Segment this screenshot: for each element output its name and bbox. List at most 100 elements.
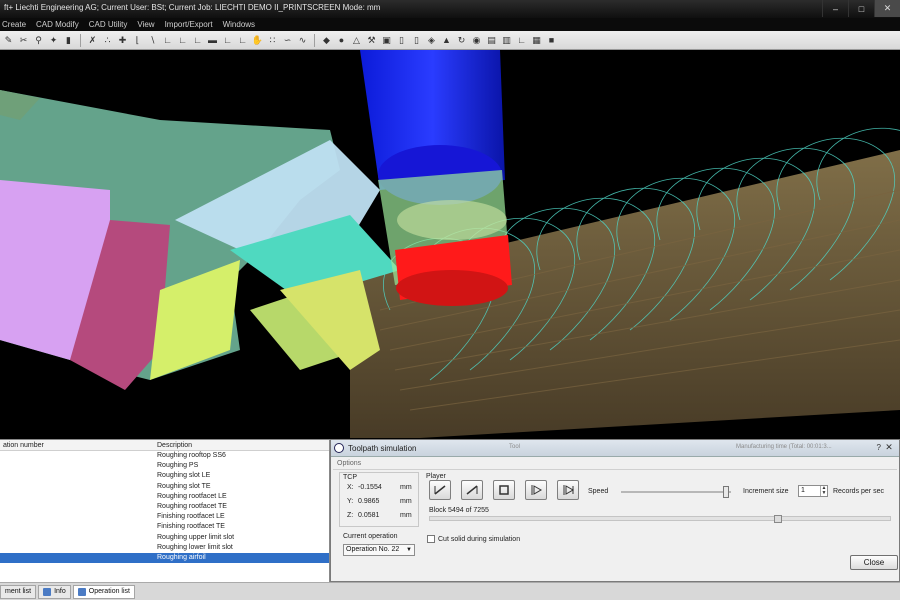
axis-y-icon[interactable]: ∟	[176, 34, 189, 47]
measure-l-icon[interactable]: ∟	[515, 34, 528, 47]
chart-icon[interactable]: ▥	[500, 34, 513, 47]
step-back-button[interactable]	[461, 480, 483, 500]
increment-size-label: Increment size	[743, 488, 789, 495]
fast-forward-button[interactable]	[557, 480, 579, 500]
table-row[interactable]: Roughing rootfacet LE	[0, 492, 329, 502]
tcp-label: TCP	[343, 474, 357, 481]
current-operation-select[interactable]: Operation No. 22 ▼	[343, 544, 415, 556]
block-counter: Block 5494 of 7255	[429, 507, 489, 514]
menu-cad-modify[interactable]: CAD Modify	[36, 20, 79, 29]
dialog-title-bar[interactable]: Toolpath simulation Tool Manufacturing t…	[331, 440, 899, 457]
maximize-icon[interactable]: □	[848, 0, 874, 17]
block-progress-thumb[interactable]	[774, 515, 783, 523]
node-icon[interactable]: ✚	[116, 34, 129, 47]
table-row[interactable]: Roughing upper limit slot	[0, 533, 329, 543]
scatter-icon[interactable]: ∴	[101, 34, 114, 47]
table-row[interactable]: Roughing slot TE	[0, 482, 329, 492]
spline-icon[interactable]: ∿	[296, 34, 309, 47]
zoom-icon[interactable]: ⚲	[32, 34, 45, 47]
table-row[interactable]: Roughing slot LE	[0, 471, 329, 481]
stop-button[interactable]	[493, 480, 515, 500]
measure-icon[interactable]: ∟	[236, 34, 249, 47]
cube-icon[interactable]: ▣	[380, 34, 393, 47]
coord-axis: Z:	[347, 512, 354, 519]
cut-solid-option[interactable]: Cut solid during simulation	[427, 535, 520, 543]
operation-list-panel: ation number Description Roughing roofto…	[0, 439, 330, 582]
toolbar-separator	[314, 33, 315, 47]
cut-icon[interactable]: ✂	[17, 34, 30, 47]
close-dialog-icon[interactable]: ✕	[883, 442, 895, 454]
menu-cad-utility[interactable]: CAD Utility	[89, 20, 128, 29]
table-row[interactable]: Roughing lower limit slot	[0, 543, 329, 553]
spinner-icon[interactable]: ▲ ▼	[820, 486, 827, 496]
pin-icon[interactable]: ✦	[47, 34, 60, 47]
grid-icon[interactable]: ▦	[530, 34, 543, 47]
pencil-icon[interactable]: ✎	[2, 34, 15, 47]
table-row[interactable]: Roughing rootfacet TE	[0, 502, 329, 512]
coord-y: Y: 0.9865 mm	[347, 498, 412, 505]
increment-size-input[interactable]: 1 ▲ ▼	[798, 485, 828, 497]
block-progress-slider[interactable]	[429, 515, 891, 523]
menu-windows[interactable]: Windows	[223, 20, 255, 29]
menu-create[interactable]: Create	[2, 20, 26, 29]
curve-icon[interactable]: ∽	[281, 34, 294, 47]
layer-icon[interactable]: ▤	[485, 34, 498, 47]
close-window-icon[interactable]: ✕	[874, 0, 900, 17]
cut-solid-checkbox[interactable]	[427, 535, 435, 543]
speed-slider-thumb[interactable]	[722, 486, 729, 498]
table-row[interactable]: Roughing airfoil	[0, 552, 329, 564]
axis-x-icon[interactable]: ∟	[161, 34, 174, 47]
menu-view[interactable]: View	[137, 20, 154, 29]
scatter-points-icon[interactable]: ∷	[266, 34, 279, 47]
tab-operation-list[interactable]: Operation list	[72, 584, 135, 599]
rotate-icon[interactable]: ↻	[455, 34, 468, 47]
tab-element-list[interactable]: ment list	[0, 584, 37, 599]
axis-z-icon[interactable]: ∟	[191, 34, 204, 47]
plane-icon[interactable]: ▬	[206, 34, 219, 47]
speed-slider-track[interactable]	[621, 486, 731, 498]
minimize-icon[interactable]: –	[822, 0, 848, 17]
table-row[interactable]: Roughing rooftop SS6	[0, 451, 329, 461]
shape-icon[interactable]: ◈	[425, 34, 438, 47]
bucket-icon[interactable]: ◉	[470, 34, 483, 47]
table-row[interactable]: Finishing rootfacet LE	[0, 512, 329, 522]
play-button[interactable]	[525, 480, 547, 500]
document-icon[interactable]: ▯	[410, 34, 423, 47]
folder-icon[interactable]: ▮	[62, 34, 75, 47]
player-group: Player Speed Increment size 1 ▲ ▼ Records…	[423, 472, 893, 524]
operation-description: Roughing PS	[157, 462, 199, 470]
surface-icon[interactable]: ◆	[320, 34, 333, 47]
stop-icon	[499, 485, 509, 495]
bracket-icon[interactable]: ⌊	[131, 34, 144, 47]
coord-unit: mm	[400, 512, 412, 519]
box-icon[interactable]: ■	[545, 34, 558, 47]
cross-icon[interactable]: ✗	[86, 34, 99, 47]
cad-viewport[interactable]	[0, 50, 900, 438]
options-bar[interactable]: Options	[333, 460, 897, 470]
column-header-description[interactable]: Description	[157, 442, 192, 449]
table-row[interactable]: Roughing PS	[0, 461, 329, 471]
dialog-title: Toolpath simulation	[348, 444, 417, 453]
rewind-start-button[interactable]	[429, 480, 451, 500]
corner-icon[interactable]: ∟	[221, 34, 234, 47]
hand-icon[interactable]: ✋	[251, 34, 264, 47]
help-icon[interactable]: ?	[877, 443, 881, 452]
sphere-icon[interactable]: ●	[335, 34, 348, 47]
hammer-icon[interactable]: ⚒	[365, 34, 378, 47]
segment-icon[interactable]: ∖	[146, 34, 159, 47]
coord-value: 0.9865	[358, 498, 380, 505]
menu-import-export[interactable]: Import/Export	[165, 20, 213, 29]
cylinder-icon[interactable]: ▯	[395, 34, 408, 47]
tab-label: Info	[54, 588, 66, 595]
table-row[interactable]: Finishing rootfacet TE	[0, 522, 329, 532]
coord-value: -0.1554	[358, 484, 382, 491]
window-title: ft+ Liechti Engineering AG; Current User…	[4, 3, 381, 12]
tab-label: ment list	[5, 588, 32, 595]
coord-x: X: -0.1554 mm	[347, 484, 412, 491]
tab-info[interactable]: Info	[38, 584, 71, 599]
close-button[interactable]: Close	[850, 555, 898, 570]
operation-description: Roughing rootfacet LE	[157, 492, 227, 500]
column-header-operation-number[interactable]: ation number	[3, 442, 44, 449]
hat-icon[interactable]: ▲	[440, 34, 453, 47]
tool-icon[interactable]: △	[350, 34, 363, 47]
